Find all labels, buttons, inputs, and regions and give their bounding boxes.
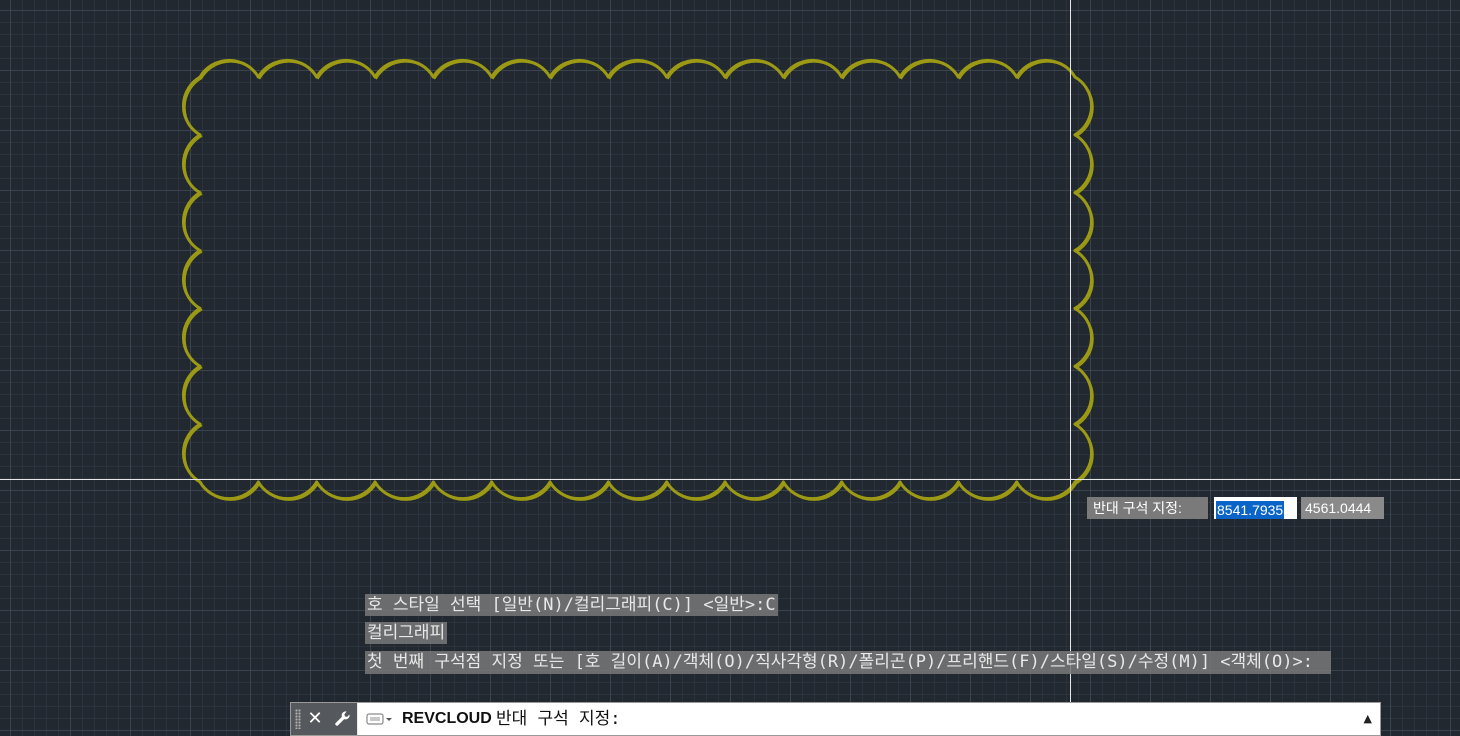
cloud-arc [490,58,552,79]
cloud-arc [898,58,960,79]
command-history-line: 컬리그래피 [365,622,448,644]
dynamic-input-x-value[interactable]: 8541.7935 [1216,501,1285,519]
cloud-arc [840,480,902,501]
cloud-arc [781,58,844,79]
dynamic-input-prompt: 반대 구석 지정: [1087,497,1208,519]
dynamic-input-y-field[interactable]: 4561.0444 [1301,497,1384,519]
cloud-arc [606,480,669,501]
cloud-arc [182,133,202,195]
drawing-canvas[interactable]: 반대 구석 지정: 8541.7935 4561.0444 호 스타일 선택 [… [0,0,1460,736]
active-command-name: REVCLOUD [402,710,492,727]
cloud-arc [1015,480,1077,501]
cloud-arc [1073,133,1093,195]
cloud-arc [665,480,727,501]
wrench-icon[interactable] [331,707,355,731]
cloud-arc [315,480,377,501]
cloud-arc [182,75,202,137]
dynamic-input-x-field[interactable]: 8541.7935 [1214,497,1297,519]
cloud-arc [840,58,902,79]
cloud-arc [898,480,960,501]
cloud-arc [256,480,319,501]
cloud-arc [1015,58,1077,79]
revision-cloud[interactable] [0,0,1460,736]
command-history-line: 첫 번째 구석점 지정 또는 [호 길이(A)/객체(O)/직사각형(R)/폴리… [365,651,1331,674]
cloud-arc [198,58,260,79]
cloud-arc [431,58,494,79]
command-prompt-icon[interactable] [366,711,394,727]
cloud-arc [1073,364,1093,426]
cloud-arc [182,306,202,368]
command-line-bar: ✕ REVCLOUD 반대 구석 지정: ▲ [290,702,1381,736]
cloud-arc [1073,422,1093,484]
command-prompt-text: 반대 구석 지정: [496,709,621,729]
history-arrow-icon[interactable]: ▲ [1364,703,1372,735]
cloud-arc [431,480,494,501]
cloud-arc [1073,249,1093,310]
command-input-field[interactable]: REVCLOUD 반대 구석 지정: ▲ [358,703,1380,735]
cloud-arc [315,58,377,79]
cloud-arc [490,480,552,501]
cloud-arc [182,364,202,426]
cloud-arc [723,58,785,79]
close-icon[interactable]: ✕ [303,707,327,731]
cloud-arc [182,191,202,253]
cloud-arc [665,58,727,79]
cloud-arc [1073,191,1093,253]
crosshair-vertical [1070,0,1071,702]
cloud-arc [548,480,610,501]
cloud-arc [781,480,844,501]
cloud-arc [256,58,319,79]
cloud-arc [1073,306,1093,368]
crosshair-horizontal [0,479,1460,480]
cloud-arc [1073,75,1093,137]
cloud-arc [373,58,435,79]
command-history-line: 호 스타일 선택 [일반(N)/컬리그래피(C)] <일반>:C [365,594,778,616]
cloud-arc [548,58,610,79]
cloud-arc [182,422,202,484]
grip-handle-icon[interactable] [295,709,301,729]
cloud-arc [723,480,785,501]
cloud-arc [373,480,435,501]
cloud-arc [606,58,669,79]
cloud-arc [956,480,1019,501]
command-line-toolbar: ✕ [291,703,357,735]
cloud-arc [182,249,202,310]
cloud-arc [956,58,1019,79]
cloud-arc [198,480,260,501]
